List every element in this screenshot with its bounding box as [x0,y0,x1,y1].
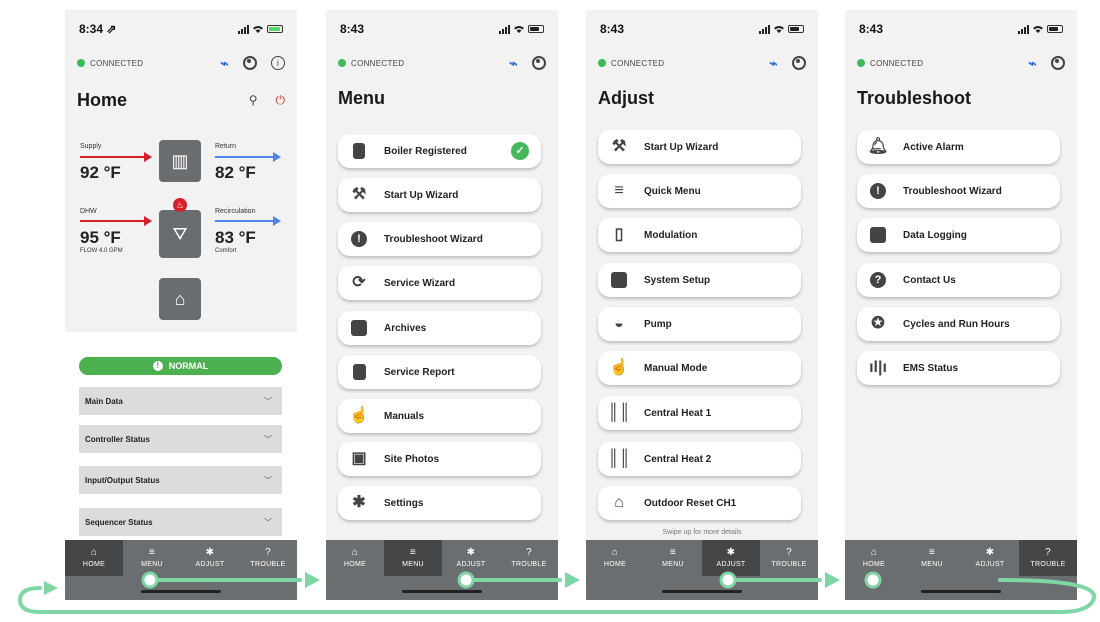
navigation-flow-diagram [17,571,1097,614]
flow-lines [17,578,1097,614]
flow-node-home [864,571,882,589]
flow-arrowhead [565,572,580,588]
flow-node-adjust [457,571,475,589]
flow-node-trouble [719,571,737,589]
flow-arrowhead [305,572,320,588]
flow-node-menu [141,571,159,589]
flow-arrowhead [44,581,58,595]
flow-line-return-loop [17,578,1097,614]
flow-arrowhead [825,572,840,588]
